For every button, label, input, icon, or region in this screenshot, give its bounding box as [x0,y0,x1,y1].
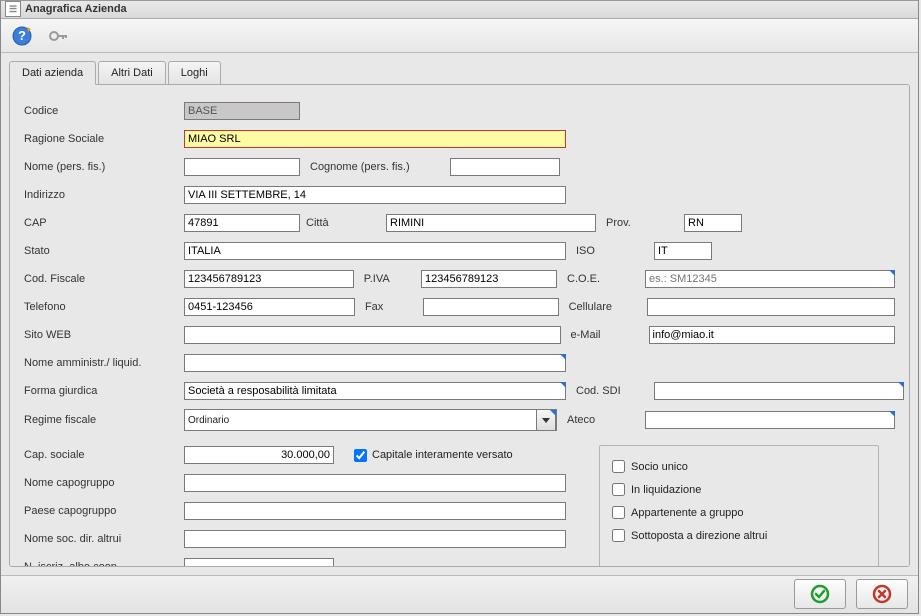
label-socio-unico: Socio unico [631,461,688,473]
svg-text:?: ? [18,28,26,43]
cap-sociale-input[interactable] [184,446,334,464]
label-fax: Fax [355,301,423,313]
label-prov: Prov. [596,217,684,229]
tab-body: Codice BASE Ragione Sociale Nome (pers. … [9,84,910,566]
label-paese-capo: Paese capogruppo [24,505,184,517]
label-ateco: Ateco [557,414,645,426]
label-nome-capo: Nome capogruppo [24,477,184,489]
ateco-input[interactable] [645,411,895,429]
label-in-liquidazione: In liquidazione [631,484,701,496]
cap-versato-checkbox[interactable] [354,449,367,462]
label-citta: Città [300,217,386,229]
nome-amm-input[interactable] [184,354,566,372]
tab-loghi[interactable]: Loghi [168,61,221,84]
label-email: e-Mail [561,329,649,341]
cancel-icon [872,584,892,604]
label-sottoposta: Sottoposta a direzione altrui [631,530,767,542]
telefono-input[interactable] [184,298,355,316]
appartenente-checkbox[interactable] [612,506,625,519]
nome-soc-input[interactable] [184,530,566,548]
label-telefono: Telefono [24,301,184,313]
citta-input[interactable] [386,214,596,232]
footer [1,575,918,613]
nome-capo-input[interactable] [184,474,566,492]
tab-label: Loghi [181,67,208,79]
ok-button[interactable] [794,579,846,609]
cod-sdi-input[interactable] [654,382,904,400]
label-stato: Stato [24,245,184,257]
ragione-sociale-input[interactable] [184,130,566,148]
chevron-down-icon [536,409,556,431]
sottoposta-checkbox[interactable] [612,529,625,542]
window-title: Anagrafica Azienda [25,3,127,15]
tab-label: Dati azienda [22,67,83,79]
label-forma: Forma giurdica [24,385,184,397]
label-indirizzo: Indirizzo [24,189,184,201]
ok-icon [810,584,830,604]
label-piva: P.IVA [354,273,421,285]
iso-input[interactable] [654,242,712,260]
label-codice: Codice [24,105,184,117]
label-cap-sociale: Cap. sociale [24,449,184,461]
help-button[interactable]: ? [7,21,37,51]
label-n-iscriz: N. iscriz. albo coop [24,561,184,566]
n-iscriz-input[interactable] [184,558,334,566]
tab-dati-azienda[interactable]: Dati azienda [9,61,96,85]
prov-input[interactable] [684,214,742,232]
cap-input[interactable] [184,214,300,232]
cellulare-input[interactable] [647,298,895,316]
regime-value: Ordinario [188,415,229,426]
coe-input[interactable] [645,270,895,288]
tab-label: Altri Dati [111,67,153,79]
label-nome-pers: Nome (pers. fis.) [24,161,184,173]
label-appartenente: Appartenente a gruppo [631,507,744,519]
label-sito-web: Sito WEB [24,329,184,341]
label-nome-soc: Nome soc. dir. altrui [24,533,184,545]
piva-input[interactable] [421,270,557,288]
label-cod-sdi: Cod. SDI [566,385,654,397]
sito-web-input[interactable] [184,326,561,344]
label-cognome-pers: Cognome (pers. fis.) [300,161,450,173]
nome-pers-input[interactable] [184,158,300,176]
tabs: Dati azienda Altri Dati Loghi [9,61,910,84]
regime-select[interactable]: Ordinario [184,409,557,431]
cognome-pers-input[interactable] [450,158,560,176]
key-icon [47,25,69,47]
window: ☰ Anagrafica Azienda ? Dati azienda Altr… [0,0,919,614]
content: Dati azienda Altri Dati Loghi Codice BAS… [1,53,918,574]
app-icon: ☰ [5,1,21,17]
in-liquidazione-checkbox[interactable] [612,483,625,496]
socio-unico-checkbox[interactable] [612,460,625,473]
cancel-button[interactable] [856,579,908,609]
toolbar: ? [1,19,918,54]
label-ragione: Ragione Sociale [24,133,184,145]
label-iso: ISO [566,245,654,257]
label-cap-versato: Capitale interamente versato [372,449,513,461]
key-button[interactable] [43,21,73,51]
titlebar: ☰ Anagrafica Azienda [1,1,918,19]
tab-altri-dati[interactable]: Altri Dati [98,61,166,84]
label-nome-amm: Nome amministr./ liquid. [24,357,184,369]
help-icon: ? [11,25,33,47]
email-input[interactable] [649,326,895,344]
paese-capo-input[interactable] [184,502,566,520]
stato-input[interactable] [184,242,566,260]
label-cap: CAP [24,217,184,229]
flags-panel: Socio unico In liquidazione Appartenente… [599,445,879,566]
cod-fiscale-input[interactable] [184,270,354,288]
label-cod-fiscale: Cod. Fiscale [24,273,184,285]
indirizzo-input[interactable] [184,186,566,204]
fax-input[interactable] [423,298,559,316]
label-regime: Regime fiscale [24,414,184,426]
codice-field: BASE [184,102,300,120]
forma-input[interactable] [184,382,566,400]
label-coe: C.O.E. [557,273,645,285]
label-cellulare: Cellulare [559,301,647,313]
